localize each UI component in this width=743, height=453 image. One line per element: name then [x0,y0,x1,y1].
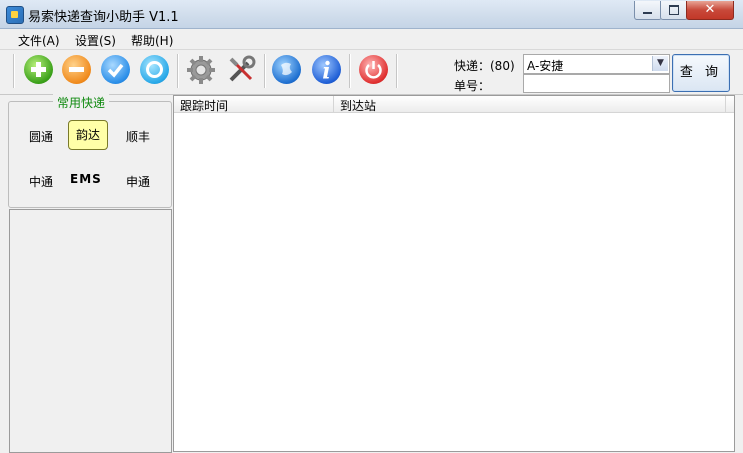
toolbar-separator [349,54,351,88]
left-panel [9,209,172,453]
courier-select[interactable]: A-安捷 ▼ [523,54,670,74]
courier-item-shentong[interactable]: 申通 [126,173,150,190]
minimize-icon [643,12,652,14]
maximize-button[interactable] [660,1,688,20]
list-header: 跟踪时间 到达站 [174,96,734,113]
remove-icon[interactable] [62,55,91,84]
courier-item-ems[interactable]: EMS [70,172,102,186]
common-couriers-title: 常用快递 [53,94,110,111]
globe-icon[interactable] [272,55,301,84]
chevron-down-icon[interactable]: ▼ [652,56,668,71]
toolbar-separator [177,54,179,88]
courier-item-yuantong[interactable]: 圆通 [29,128,53,145]
tracking-results-list[interactable]: 跟踪时间 到达站 [173,95,735,452]
power-icon[interactable] [359,55,388,84]
courier-label: 快递：(80) [454,59,515,73]
column-divider[interactable] [725,96,726,112]
check-icon[interactable] [101,55,130,84]
menu-help[interactable]: 帮助(H) [131,32,173,49]
column-divider[interactable] [333,96,334,112]
ring-icon[interactable] [140,55,169,84]
courier-item-yunda[interactable]: 韵达 [68,120,108,150]
toolbar-separator [264,54,266,88]
courier-item-shunfeng[interactable]: 顺丰 [126,128,150,145]
minimize-button[interactable] [634,1,662,20]
info-icon[interactable] [312,55,341,84]
courier-select-value: A-安捷 [527,59,564,73]
toolbar-separator [13,54,15,88]
menu-bar: 文件(A) 设置(S) 帮助(H) [0,29,743,50]
tools-icon[interactable] [226,55,256,85]
column-header-station[interactable]: 到达站 [340,97,376,114]
common-couriers-group [8,101,172,208]
query-button[interactable]: 查 询 [672,54,730,92]
tracking-number-input[interactable] [523,74,670,93]
window-title: 易索快递查询小助手 V1.1 [28,10,179,25]
column-header-time[interactable]: 跟踪时间 [180,97,228,114]
close-icon: ✕ [704,2,716,17]
tracking-number-label: 单号： [454,79,491,93]
app-icon [6,6,24,24]
courier-item-zhongtong[interactable]: 中通 [29,173,53,190]
maximize-icon [669,5,679,15]
toolbar-separator [396,54,398,88]
close-button[interactable]: ✕ [686,1,734,20]
settings-gear-icon[interactable] [186,55,216,85]
title-bar[interactable]: 易索快递查询小助手 V1.1 ✕ [0,0,743,29]
add-icon[interactable] [24,55,53,84]
menu-settings[interactable]: 设置(S) [75,32,116,49]
menu-file[interactable]: 文件(A) [18,32,60,49]
